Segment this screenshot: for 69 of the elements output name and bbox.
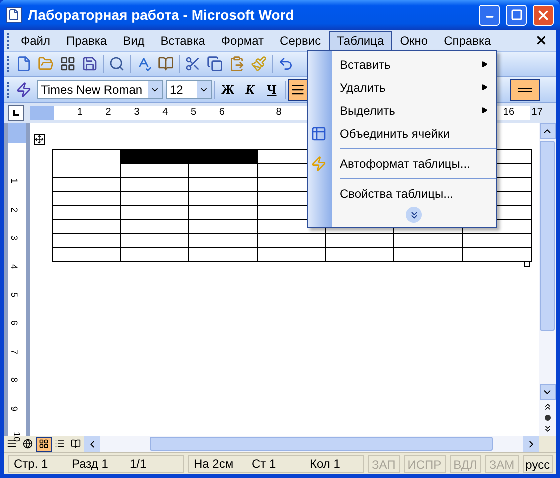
menu-item[interactable]: Сервис	[272, 30, 330, 50]
menu-entry[interactable]: Вставить	[332, 53, 496, 76]
ruler-number: 1	[10, 178, 20, 184]
maximize-icon	[510, 9, 522, 21]
close-document-icon[interactable]	[535, 34, 548, 47]
browse-object-icon[interactable]	[544, 414, 550, 421]
ruler-number: 2	[106, 106, 112, 120]
menu-item[interactable]: Формат	[213, 30, 272, 50]
double-chevron-icon	[408, 210, 420, 220]
close-button[interactable]	[533, 4, 554, 26]
ruler-number: 6	[10, 320, 20, 326]
menu-entry[interactable]: Удалить	[332, 76, 496, 99]
double-line-icon	[518, 88, 532, 92]
ruler-margin	[30, 106, 54, 120]
menu-entry[interactable]: Свойства таблицы...	[332, 182, 496, 205]
menu-item[interactable]: Правка	[58, 30, 116, 50]
maximize-button[interactable]	[506, 4, 527, 26]
left-tab-icon	[13, 110, 19, 116]
ruler-number: 7	[10, 349, 20, 354]
submenu-arrow-icon	[481, 61, 488, 68]
previous-page-icon[interactable]	[542, 402, 552, 412]
menu-item[interactable]: Вставка	[152, 30, 214, 50]
next-page-icon[interactable]	[542, 424, 552, 434]
border-button[interactable]	[510, 78, 540, 100]
font-select[interactable]: Times New Roman	[37, 80, 163, 99]
ruler-number: 10	[12, 432, 22, 442]
format-button[interactable]: Ч	[261, 80, 283, 100]
ruler-number: 17	[532, 106, 543, 120]
menu-item[interactable]: Вид	[115, 30, 153, 50]
ruler-number: 3	[134, 106, 140, 120]
menu-item[interactable]: Справка	[436, 30, 500, 50]
ruler-number: 16	[503, 106, 515, 120]
horizontal-scrollbar[interactable]	[84, 436, 539, 452]
close-icon	[535, 34, 548, 47]
merge-cells-icon	[311, 126, 327, 142]
tab-selector-button[interactable]	[8, 105, 24, 121]
table-resize-handle[interactable]	[524, 261, 530, 267]
ruler-number: 9	[10, 406, 20, 412]
justify-button[interactable]	[288, 78, 308, 100]
menu-entry[interactable]: Автоформат таблицы...	[332, 152, 496, 175]
table-move-handle[interactable]	[34, 134, 45, 145]
ruler-number: 2	[10, 207, 20, 212]
ruler-number: 1	[77, 106, 83, 120]
menu-entry[interactable]: Объединить ячейки	[332, 122, 496, 145]
format-button[interactable]: Ж	[217, 80, 239, 100]
ruler-number: 5	[10, 292, 20, 298]
menu-item[interactable]: Таблица	[329, 30, 392, 50]
menu-item[interactable]: Файл	[13, 30, 59, 50]
justify-icon	[291, 82, 305, 96]
submenu-arrow-icon	[481, 84, 488, 91]
ruler-number: 8	[10, 378, 20, 383]
submenu-arrow-icon	[481, 107, 488, 114]
minimize-button[interactable]	[479, 4, 500, 26]
ruler-number: 8	[276, 106, 282, 120]
vertical-scrollbar[interactable]	[539, 123, 556, 436]
language-field: русс	[522, 454, 554, 472]
menu-item[interactable]: Окно	[392, 30, 436, 50]
ruler-number: 4	[10, 264, 20, 270]
ruler-number: 3	[10, 236, 20, 241]
menu-entry[interactable]: Выделить	[332, 99, 496, 122]
ruler-number: 6	[219, 106, 225, 120]
move-icon	[35, 135, 44, 144]
ruler-number: 5	[191, 106, 197, 120]
ruler-number: 4	[162, 106, 168, 120]
font-size-select[interactable]: 12	[166, 80, 212, 99]
format-button[interactable]: К	[239, 80, 261, 100]
window-title: Лабораторная работа - Microsoft Word	[28, 6, 296, 25]
expand-menu-icon[interactable]	[406, 207, 422, 223]
ruler-margin	[8, 123, 26, 143]
